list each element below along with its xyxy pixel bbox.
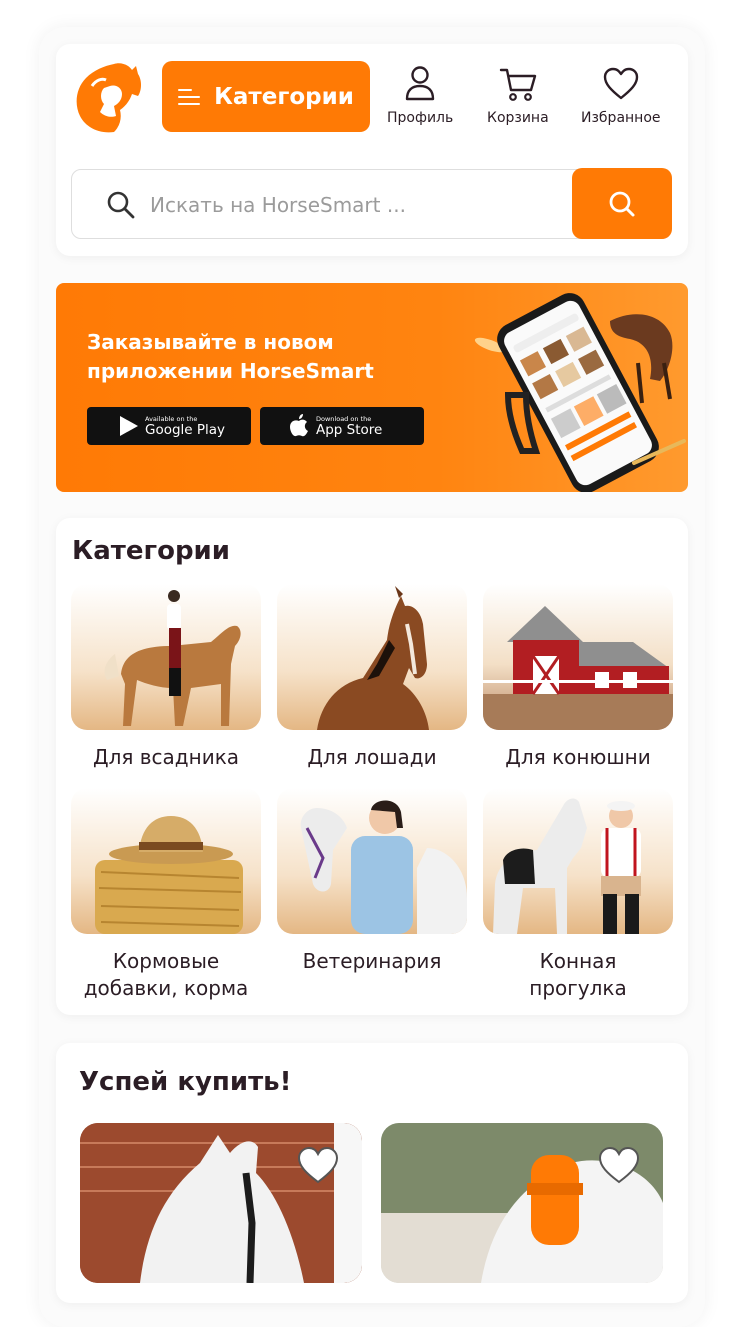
category-horse-label: Для лошади [307,745,437,769]
nav-cart-label: Корзина [487,110,549,126]
header: Категории Профиль Корзина Избранное [56,44,688,256]
nav-profile-label: Профиль [387,110,454,126]
deal-card[interactable] [80,1123,362,1283]
category-horse-image [277,584,467,730]
profile-icon [405,66,435,101]
deals-title: Успей купить! [79,1067,292,1097]
app-promo-banner[interactable]: Заказывайте в новом приложении HorseSmar… [56,283,688,492]
categories-title: Категории [72,536,230,566]
cart-icon [499,68,537,101]
categories-section: Категории Для всадника Для лошади Для ко… [56,518,688,1015]
google-play-icon [120,416,138,436]
category-horse[interactable]: Для лошади [277,584,467,771]
favorite-heart-icon[interactable] [597,1145,641,1185]
category-ride-label: Конная прогулка [529,949,627,1000]
nav-favorites[interactable]: Избранное [581,64,661,126]
search-icon [107,191,135,219]
apple-icon [290,414,308,437]
category-rider-label: Для всадника [92,745,240,769]
categories-button-label: Категории [214,83,354,110]
category-vet-label: Ветеринария [302,949,442,973]
category-feed[interactable]: Кормовые добавки, корма [71,788,261,1002]
banner-title: Заказывайте в новом приложении HorseSmar… [87,330,374,383]
category-ride-image [483,788,673,934]
search-icon [609,191,635,216]
nav-profile[interactable]: Профиль [387,64,453,126]
search-bar [71,168,672,239]
heart-icon [603,67,638,100]
deal-card[interactable] [381,1123,663,1283]
deals-section: Успей купить! [56,1043,688,1303]
category-stable-label: Для конюшни [505,745,651,769]
google-play-button[interactable]: Available on the Google Play [87,407,251,445]
menu-icon [178,88,201,105]
horsesmart-logo[interactable] [70,60,144,134]
search-button[interactable] [572,168,672,239]
categories-button[interactable]: Категории [162,61,370,132]
nav-cart[interactable]: Корзина [487,64,549,126]
category-rider-image [71,584,261,730]
category-ride[interactable]: Конная прогулка [483,788,673,1002]
category-stable-image [483,584,673,730]
category-vet[interactable]: Ветеринария [277,788,467,975]
category-stable[interactable]: Для конюшни [483,584,673,771]
category-vet-image [277,788,467,934]
favorite-heart-icon[interactable] [296,1145,340,1185]
search-input[interactable] [148,182,552,228]
category-rider[interactable]: Для всадника [71,584,261,771]
app-store-button[interactable]: Download on the App Store [260,407,424,445]
app-phone-illustration [474,293,686,492]
nav-favorites-label: Избранное [581,110,661,126]
category-feed-label: Кормовые добавки, корма [83,949,249,1000]
category-feed-image [71,788,261,934]
